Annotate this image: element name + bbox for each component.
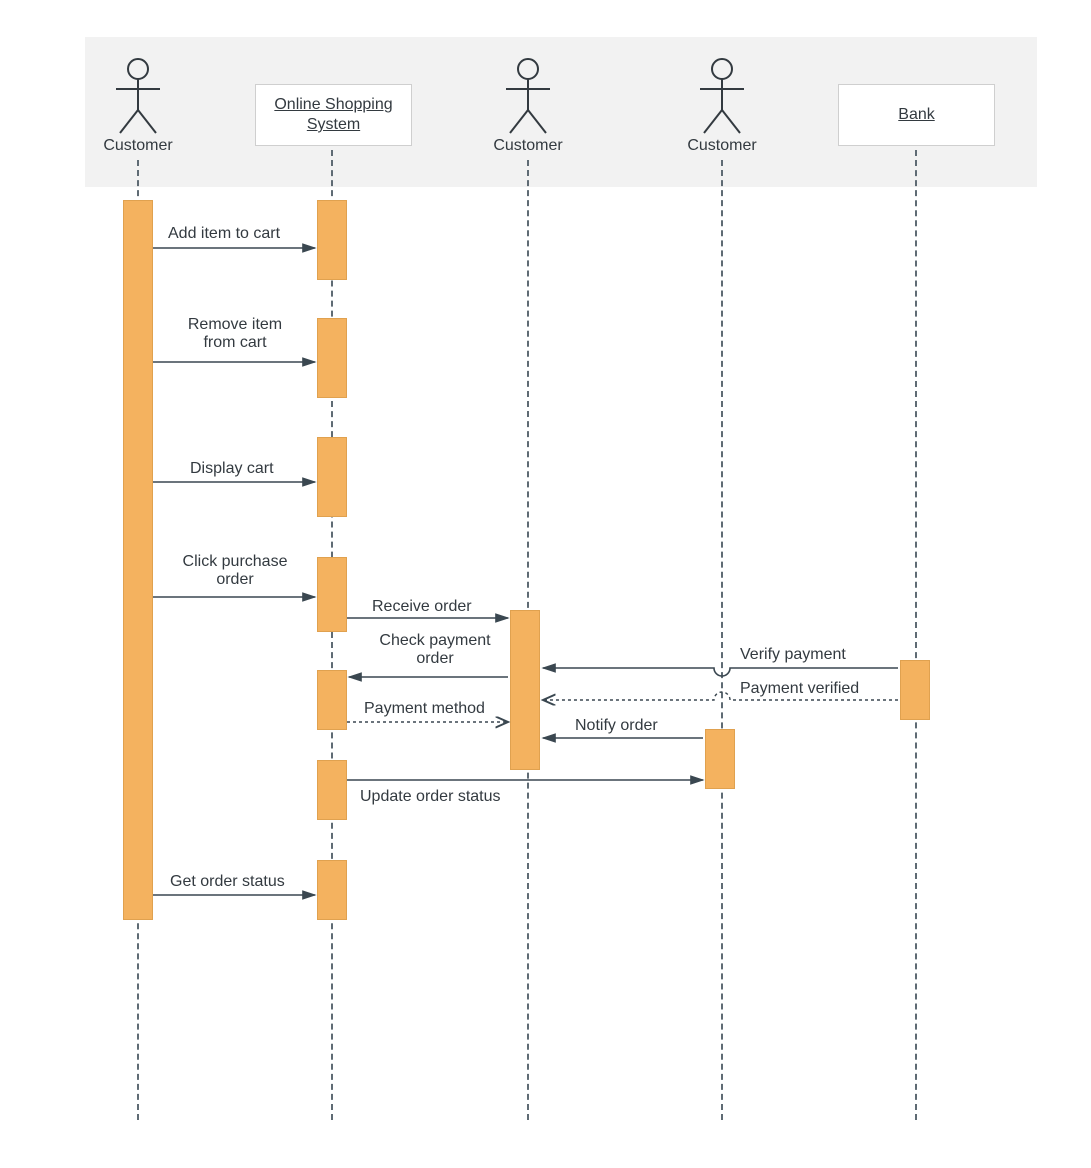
person-icon <box>498 55 558 135</box>
msg-get-status: Get order status <box>170 873 285 891</box>
activation-p3 <box>510 610 540 770</box>
activation-p2-payment <box>317 670 347 730</box>
lifeline-p5 <box>915 150 917 1120</box>
activation-p2-status <box>317 860 347 920</box>
activation-p4 <box>705 729 735 789</box>
activation-p1-main <box>123 200 153 920</box>
object-bank: Bank <box>838 84 995 146</box>
person-icon <box>108 55 168 135</box>
activation-p2-display <box>317 437 347 517</box>
object-label: Bank <box>898 105 934 125</box>
actor-label: Customer <box>78 137 198 155</box>
object-shopping-system: Online Shopping System <box>255 84 412 146</box>
msg-notify-order: Notify order <box>575 717 658 735</box>
msg-update-status: Update order status <box>360 788 501 806</box>
msg-remove-item: Remove item from cart <box>180 316 290 353</box>
msg-click-purchase: Click purchase order <box>175 553 295 590</box>
msg-verify-payment: Verify payment <box>740 646 846 664</box>
msg-receive-order: Receive order <box>372 598 472 616</box>
actor-customer-1: Customer <box>78 55 198 155</box>
msg-payment-verified: Payment verified <box>740 680 859 698</box>
lifeline-p4 <box>721 160 723 1120</box>
actor-customer-3: Customer <box>662 55 782 155</box>
lifeline-p2 <box>331 150 333 1120</box>
person-icon <box>692 55 752 135</box>
activation-p2-add <box>317 200 347 280</box>
msg-add-item: Add item to cart <box>168 225 280 243</box>
activation-p2-remove <box>317 318 347 398</box>
object-label: Online Shopping System <box>256 95 411 135</box>
actor-label: Customer <box>468 137 588 155</box>
actor-label: Customer <box>662 137 782 155</box>
activation-p5 <box>900 660 930 720</box>
msg-display-cart: Display cart <box>190 460 274 478</box>
activation-p2-update <box>317 760 347 820</box>
activation-p2-purchase <box>317 557 347 632</box>
msg-check-payment: Check payment order <box>370 632 500 669</box>
msg-payment-method: Payment method <box>364 700 485 718</box>
sequence-diagram: Customer Online Shopping System Customer… <box>0 0 1091 1168</box>
actor-customer-2: Customer <box>468 55 588 155</box>
